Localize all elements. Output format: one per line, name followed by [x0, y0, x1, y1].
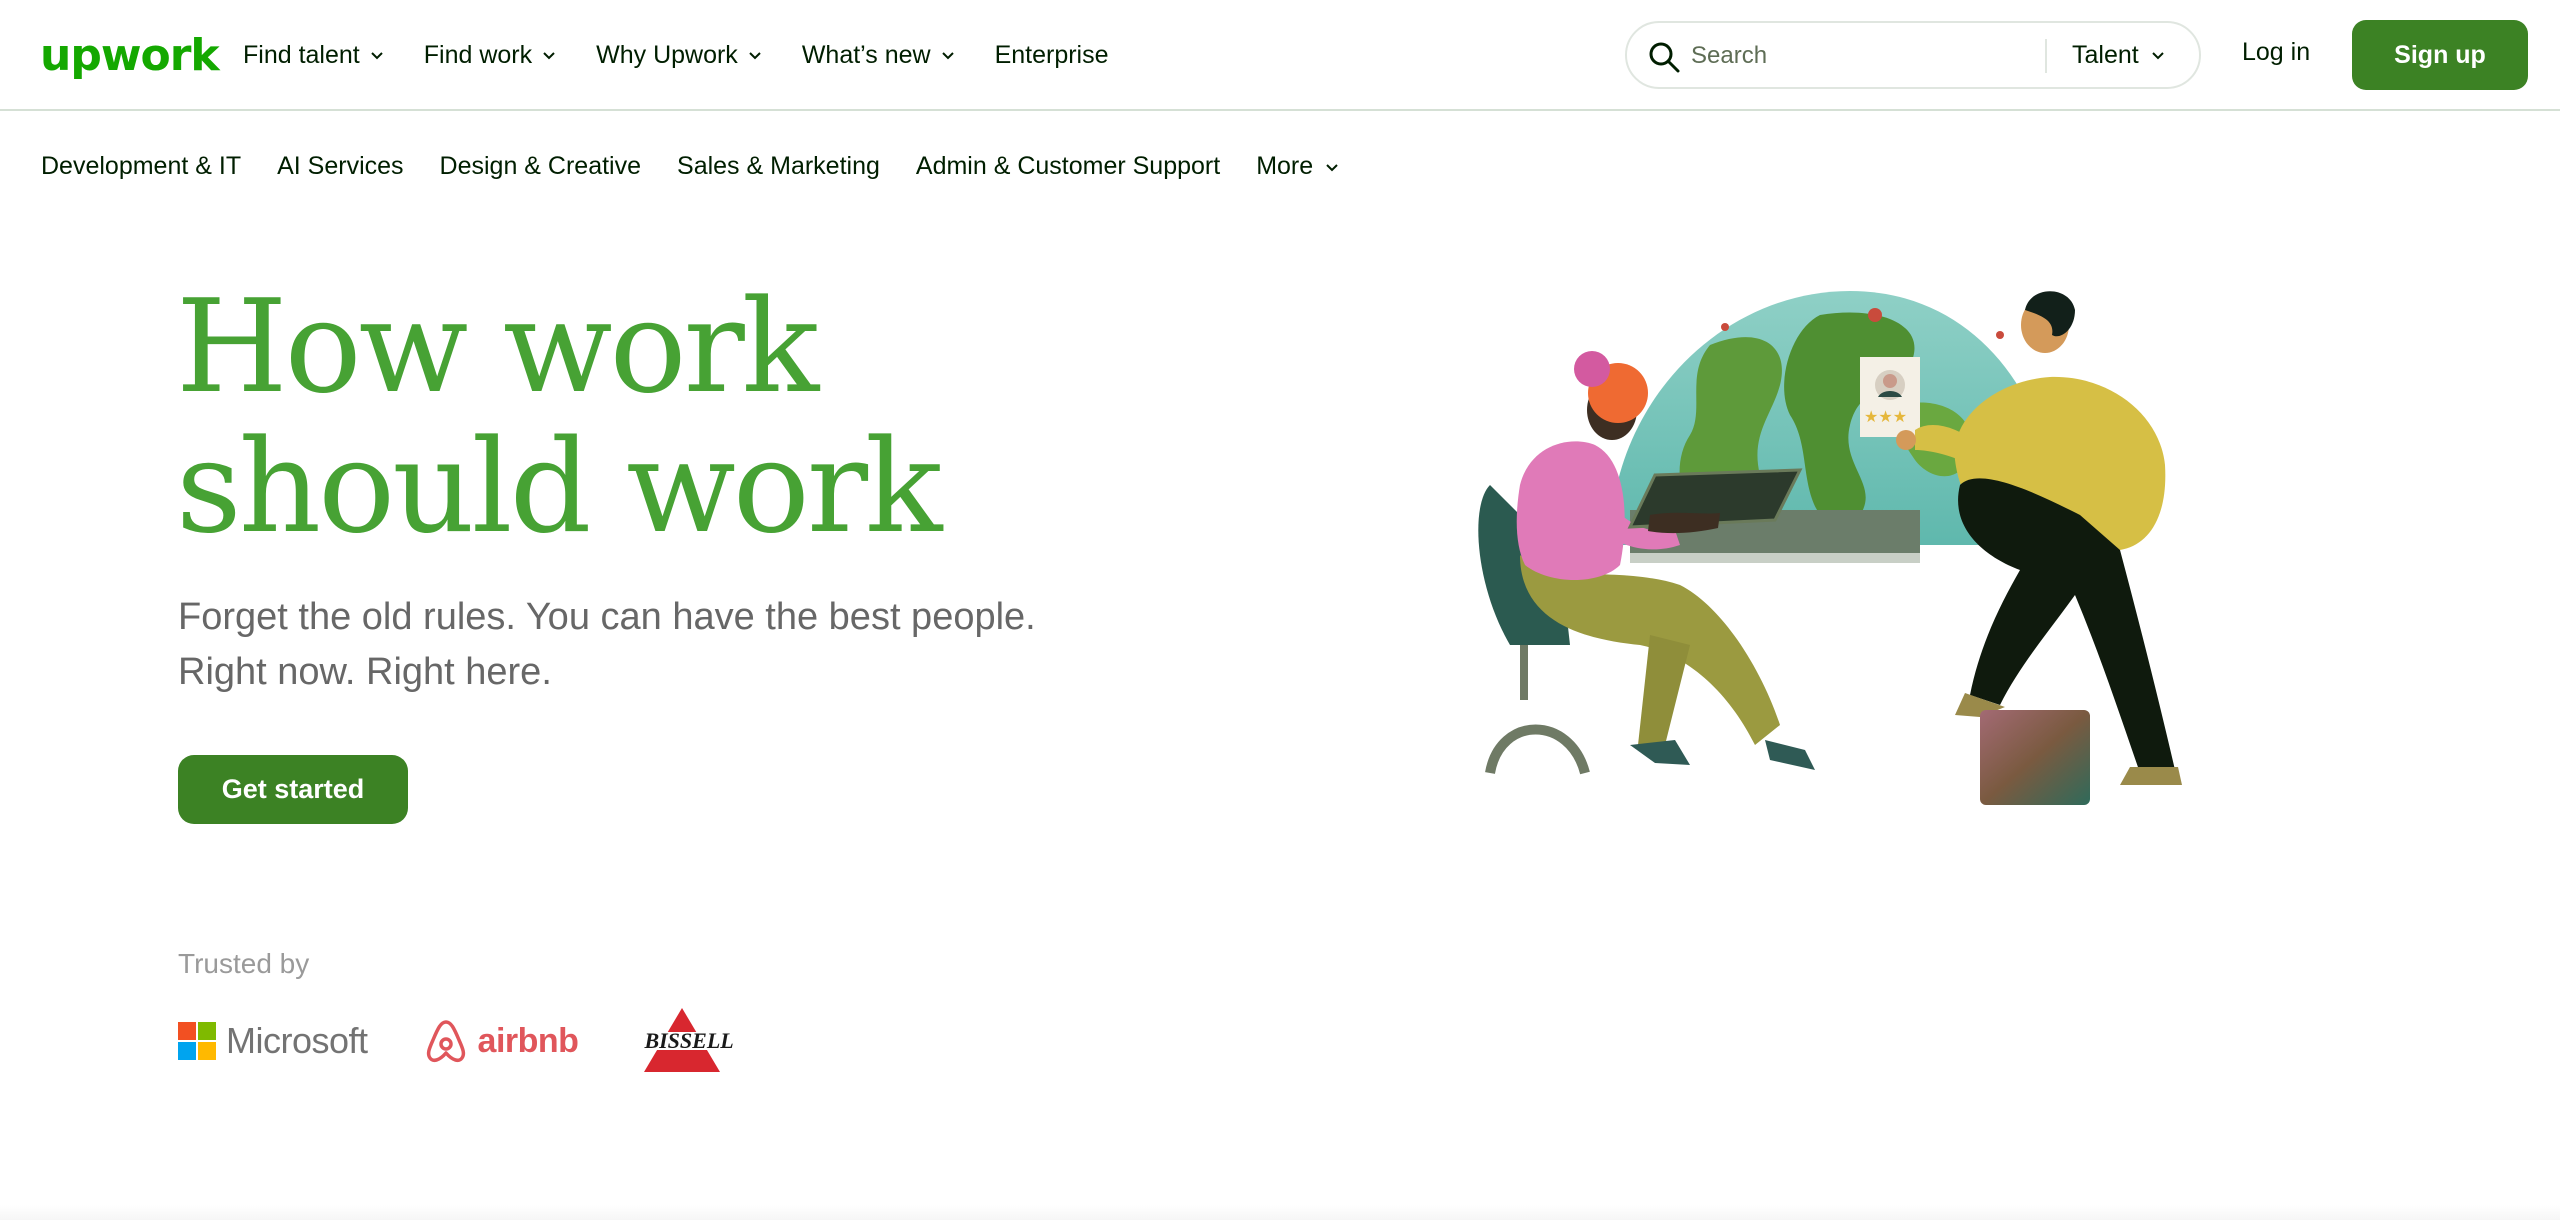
bissell-wordmark: BISSELL: [644, 1028, 734, 1053]
hero-title: How work should work: [176, 273, 943, 562]
airbnb-belo-icon: [426, 1020, 465, 1063]
upwork-logo[interactable]: upwork: [40, 30, 220, 81]
category-admin-support[interactable]: Admin & Customer Support: [916, 152, 1220, 181]
microsoft-logo: Microsoft: [178, 1020, 368, 1062]
hero-subtitle-line-2: Right now. Right here.: [178, 651, 552, 693]
microsoft-windows-icon: [178, 1022, 216, 1060]
search-bar: Talent: [1625, 21, 2201, 89]
search-scope-dropdown[interactable]: Talent: [2072, 23, 2165, 87]
category-more[interactable]: More: [1256, 152, 1339, 181]
airbnb-wordmark: airbnb: [477, 1021, 579, 1060]
nav-whats-new[interactable]: What’s new: [802, 41, 955, 70]
svg-text:★★★: ★★★: [1864, 407, 1907, 426]
nav-find-talent[interactable]: Find talent: [243, 41, 384, 70]
chevron-down-icon: [941, 48, 955, 62]
category-nav: Development & IT AI Services Design & Cr…: [41, 152, 1339, 181]
trusted-logos: Microsoft airbnb BISSELL: [178, 1006, 734, 1076]
chevron-down-icon: [748, 48, 762, 62]
nav-enterprise-label: Enterprise: [994, 40, 1109, 69]
nav-whats-new-label: What’s new: [801, 40, 931, 69]
chevron-down-icon: [370, 48, 384, 62]
category-development-it[interactable]: Development & IT: [41, 152, 241, 181]
category-sales-marketing[interactable]: Sales & Marketing: [677, 152, 880, 181]
category-ai-services[interactable]: AI Services: [277, 152, 403, 181]
chevron-down-icon: [542, 48, 556, 62]
briefcase: [1980, 710, 2090, 805]
hero-illustration: ★★★: [1478, 291, 2182, 805]
top-header: upwork Find talent Find work Why Upwork …: [0, 0, 2560, 111]
get-started-button[interactable]: Get started: [178, 755, 408, 824]
signup-button[interactable]: Sign up: [2352, 20, 2528, 90]
bissell-logo: BISSELL: [634, 1006, 734, 1076]
search-input[interactable]: [1691, 37, 2011, 75]
category-more-label: More: [1256, 152, 1314, 180]
nav-why-upwork[interactable]: Why Upwork: [596, 41, 762, 70]
chevron-down-icon: [1325, 160, 1339, 174]
search-scope-label: Talent: [2072, 40, 2139, 69]
nav-why-upwork-label: Why Upwork: [596, 40, 738, 69]
microsoft-wordmark: Microsoft: [226, 1020, 368, 1061]
nav-find-work[interactable]: Find work: [424, 41, 556, 70]
chevron-down-icon: [2151, 48, 2165, 62]
bottom-fade: [0, 1205, 2560, 1220]
search-divider: [2045, 39, 2047, 73]
search-icon[interactable]: [1647, 40, 1681, 74]
main-nav: Find talent Find work Why Upwork What’s …: [243, 0, 1109, 110]
hero-subtitle: Forget the old rules. You can have the b…: [178, 590, 1118, 700]
nav-enterprise[interactable]: Enterprise: [995, 41, 1109, 70]
airbnb-logo: airbnb: [424, 1018, 579, 1064]
hero-subtitle-line-1: Forget the old rules. You can have the b…: [178, 596, 1036, 638]
nav-find-work-label: Find work: [423, 40, 533, 69]
category-design-creative[interactable]: Design & Creative: [440, 152, 641, 181]
hero-title-line-1: How work: [176, 273, 819, 422]
login-link[interactable]: Log in: [2242, 38, 2310, 67]
hero-title-line-2: should work: [176, 413, 943, 562]
trusted-by-label: Trusted by: [178, 948, 310, 979]
nav-find-talent-label: Find talent: [243, 40, 360, 69]
profile-card: ★★★: [1860, 357, 1920, 437]
